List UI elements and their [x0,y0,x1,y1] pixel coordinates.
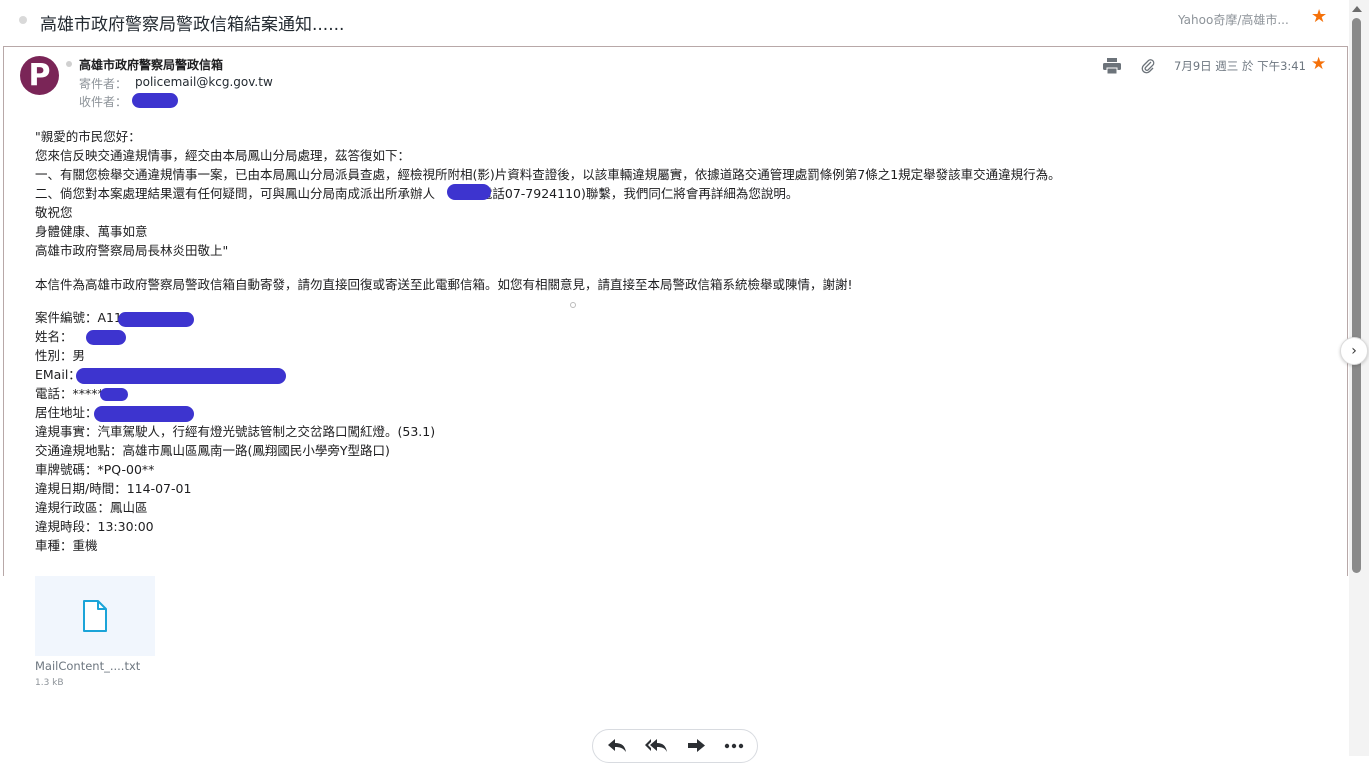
field-phone: 電話：***** [35,386,104,401]
body-line: 一、有關您檢舉交通違規情事一案，已由本局鳳山分局派員查處，經檢視所附相(影)片資… [35,167,1061,182]
status-dot-icon [66,61,72,67]
body-line: 身體健康、萬事如意 [35,224,148,239]
body-line: 二、倘您對本案處理結果還有任何疑問，可與鳳山分局南成派出所承辦人 (電話07-79… [35,186,799,201]
attachment-size: 1.3 kB [35,678,64,688]
field-violation-location: 交通違規地點：高雄市鳳山區鳳南一路(鳳翔國民小學旁Y型路口) [35,443,390,458]
unread-dot-icon[interactable] [19,16,27,24]
sender-name[interactable]: 高雄市政府警察局警政信箱 [79,56,223,73]
body-line: 高雄市政府警察局局長林炎田敬上" [35,243,229,258]
loading-ring-icon [570,302,576,308]
body-line: 敬祝您 [35,205,73,220]
field-gender: 性別：男 [35,348,86,363]
reply-all-button[interactable] [643,736,669,756]
message-action-toolbar [592,729,758,763]
redaction-case-number [118,312,194,327]
notice-line: 本信件為高雄市政府警察局警政信箱自動寄發，請勿直接回復或寄送至此電郵信箱。如您有… [35,277,853,292]
attachment-card[interactable] [35,576,155,656]
field-name: 姓名： [35,329,73,344]
scroll-up-arrow-icon[interactable] [1352,6,1362,12]
forward-icon [688,739,705,752]
field-violation-date: 違規日期/時間：114-07-01 [35,481,192,496]
redaction-email [76,368,286,384]
from-address[interactable]: policemail@kcg.gov.tw [135,75,273,89]
redaction-name [86,330,126,345]
field-district: 違規行政區：鳳山區 [35,500,148,515]
redaction-officer [447,184,491,200]
reply-icon [608,739,626,752]
field-violation-fact: 違規事實：汽車駕駛人，行經有燈光號誌管制之交岔路口闖紅燈。(53.1) [35,424,436,439]
sender-avatar[interactable]: P [20,56,59,95]
attachment-name[interactable]: MailContent_....txt [35,659,140,673]
redaction-phone [100,388,128,401]
attachment-clip-icon[interactable] [1141,58,1155,74]
message-header-bar: 高雄市政府警察局警政信箱結案通知...... Yahoo奇摩/高雄市... ★ [0,0,1369,46]
text-file-icon [83,600,107,632]
redaction-recipient [132,93,178,108]
next-message-chevron-icon[interactable]: › [1340,337,1368,365]
field-time-slot: 違規時段：13:30:00 [35,519,154,534]
field-vehicle-type: 車種：重機 [35,538,98,553]
scrollbar-thumb[interactable] [1352,18,1361,573]
more-button[interactable] [721,736,747,756]
more-icon [724,743,744,749]
star-icon[interactable]: ★ [1311,6,1327,27]
message-subject: 高雄市政府警察局警政信箱結案通知...... [40,15,345,35]
star-icon[interactable]: ★ [1311,54,1326,74]
from-label: 寄件者： [79,77,128,91]
to-label: 收件者： [79,95,128,109]
print-icon[interactable] [1103,58,1121,74]
reply-all-icon [645,739,667,752]
redaction-address [94,406,194,422]
body-line: 您來信反映交通違規情事，經交由本局鳳山分局處理，茲答復如下： [35,148,411,163]
message-body: "親愛的市民您好： 您來信反映交通違規情事，經交由本局鳳山分局處理，茲答復如下：… [35,127,1061,555]
reply-button[interactable] [604,736,630,756]
field-plate-number: 車牌號碼：*PQ-00** [35,462,155,477]
body-line: "親愛的市民您好： [35,129,141,144]
message-date: 7月9日 週三 於 下午3:41 [1174,59,1306,73]
forward-button[interactable] [683,736,709,756]
folder-breadcrumb[interactable]: Yahoo奇摩/高雄市... [1178,11,1289,28]
